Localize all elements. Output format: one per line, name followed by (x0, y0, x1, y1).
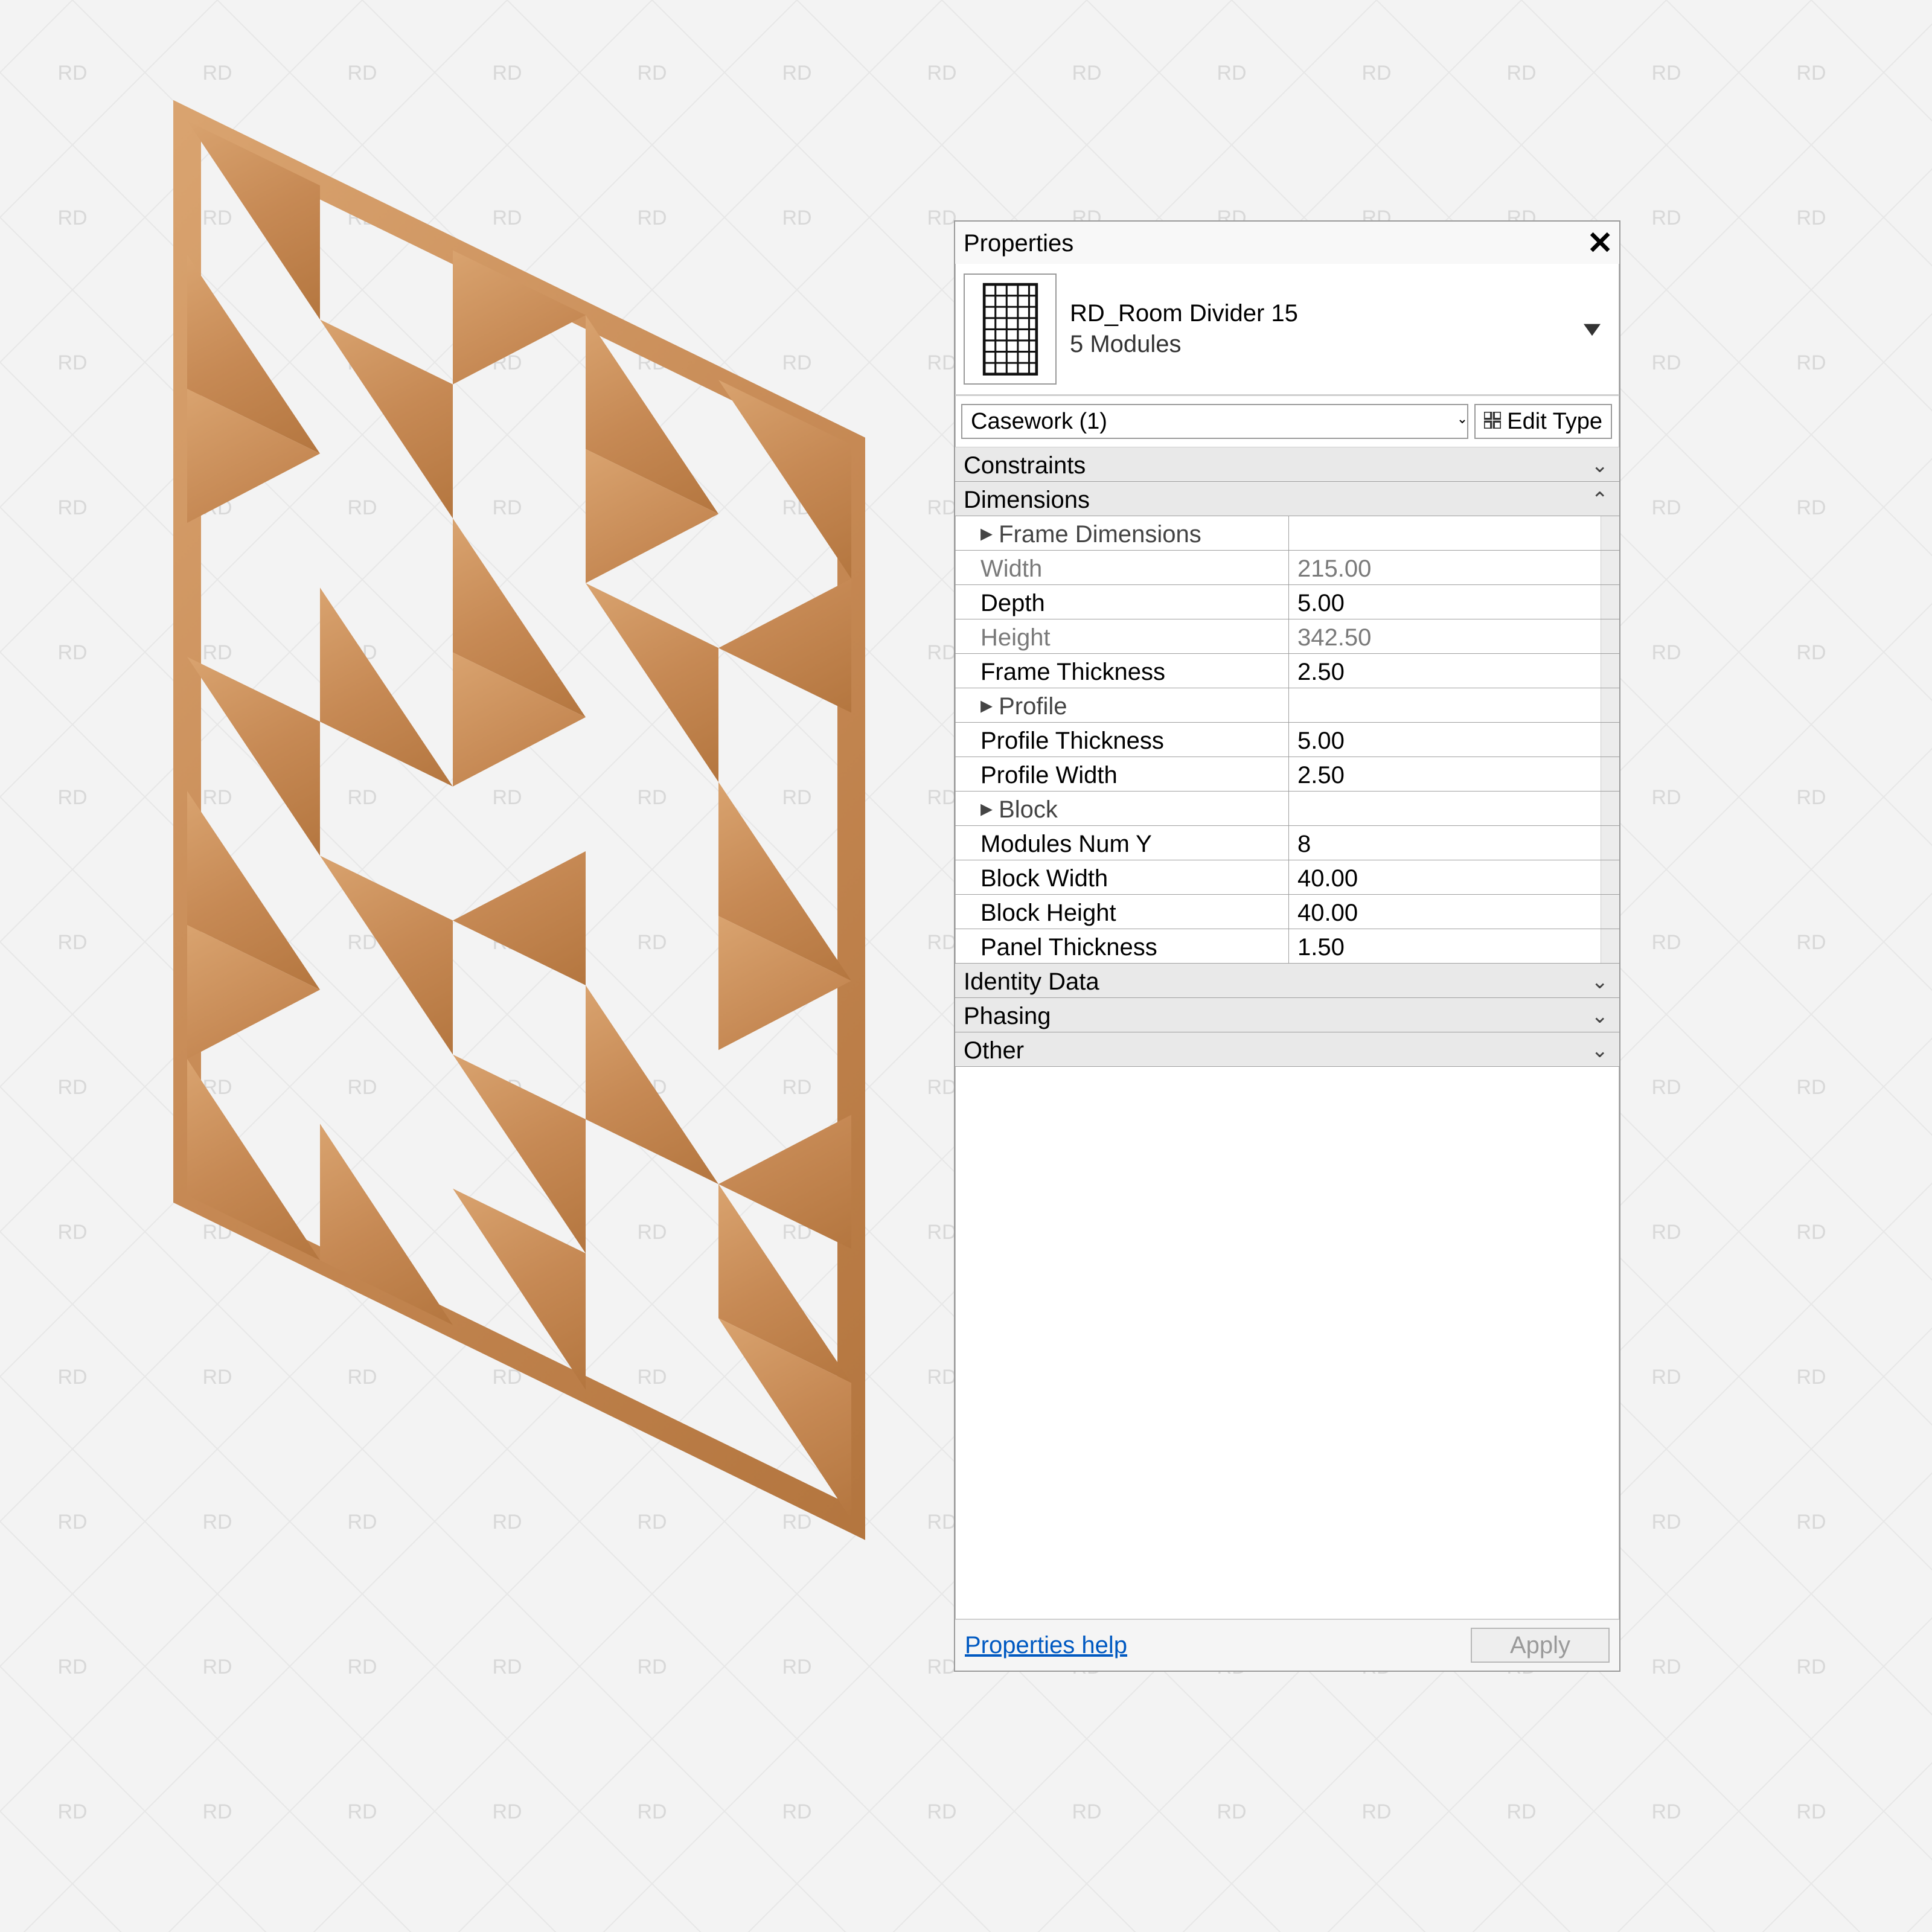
type-name: 5 Modules (1070, 331, 1567, 358)
value-profile-width[interactable]: 2.50 (1289, 757, 1601, 791)
type-selector-row: RD_Room Divider 15 5 Modules (955, 264, 1619, 395)
value-block-width[interactable]: 40.00 (1289, 860, 1601, 894)
family-name: RD_Room Divider 15 (1070, 300, 1567, 327)
row-block-height: Block Height 40.00 (955, 895, 1619, 929)
row-height: Height 342.50 (955, 619, 1619, 654)
row-depth: Depth 5.00 (955, 585, 1619, 619)
value-depth[interactable]: 5.00 (1289, 585, 1601, 619)
edit-type-icon (1484, 409, 1501, 435)
row-frame-dimensions[interactable]: ▸ Frame Dimensions (955, 516, 1619, 551)
row-width: Width 215.00 (955, 551, 1619, 585)
row-profile-thickness: Profile Thickness 5.00 (955, 723, 1619, 757)
group-constraints[interactable]: Constraints ⌄ (955, 447, 1619, 482)
type-thumbnail[interactable] (964, 273, 1057, 385)
apply-button[interactable]: Apply (1471, 1628, 1610, 1663)
expand-icon: ▸ (980, 519, 993, 547)
row-block-width: Block Width 40.00 (955, 860, 1619, 895)
value-modules-num-y[interactable]: 8 (1289, 826, 1601, 860)
properties-help-link[interactable]: Properties help (965, 1632, 1127, 1659)
value-width[interactable]: 215.00 (1289, 551, 1601, 584)
expand-icon: ▸ (980, 691, 993, 719)
edit-type-label: Edit Type (1507, 409, 1602, 435)
value-frame-thickness[interactable]: 2.50 (1289, 654, 1601, 688)
model-view-room-divider[interactable] (97, 48, 966, 1884)
expand-icon: ▸ (980, 795, 993, 822)
row-panel-thickness: Panel Thickness 1.50 (955, 929, 1619, 964)
row-modules-num-y: Modules Num Y 8 (955, 826, 1619, 860)
viewport-canvas[interactable]: RD (0, 0, 1932, 1932)
row-block[interactable]: ▸ Block (955, 792, 1619, 826)
chevron-up-icon: ⌃ (1591, 488, 1609, 512)
category-filter-select[interactable]: Casework (1) (961, 404, 1468, 439)
value-profile-thickness[interactable]: 5.00 (1289, 723, 1601, 756)
chevron-down-icon: ⌄ (1591, 970, 1609, 994)
row-frame-thickness: Frame Thickness 2.50 (955, 654, 1619, 688)
chevron-down-icon: ⌄ (1591, 1038, 1609, 1063)
edit-type-button[interactable]: Edit Type (1474, 404, 1612, 439)
group-dimensions[interactable]: Dimensions ⌃ (955, 482, 1619, 516)
type-dropdown-button[interactable] (1581, 318, 1604, 341)
close-icon[interactable]: ✕ (1587, 228, 1613, 259)
row-profile-width: Profile Width 2.50 (955, 757, 1619, 792)
value-block-height[interactable]: 40.00 (1289, 895, 1601, 929)
group-other[interactable]: Other ⌄ (955, 1032, 1619, 1067)
value-height[interactable]: 342.50 (1289, 619, 1601, 653)
panel-title: Properties (964, 230, 1073, 257)
property-grid: Constraints ⌄ Dimensions ⌃ ▸ Frame Dimen… (955, 447, 1619, 1067)
chevron-down-icon: ⌄ (1591, 1004, 1609, 1028)
group-phasing[interactable]: Phasing ⌄ (955, 998, 1619, 1032)
value-panel-thickness[interactable]: 1.50 (1289, 929, 1601, 963)
group-identity-data[interactable]: Identity Data ⌄ (955, 964, 1619, 998)
chevron-down-icon: ⌄ (1591, 453, 1609, 478)
row-profile[interactable]: ▸ Profile (955, 688, 1619, 723)
properties-panel: Properties ✕ (954, 220, 1620, 1672)
